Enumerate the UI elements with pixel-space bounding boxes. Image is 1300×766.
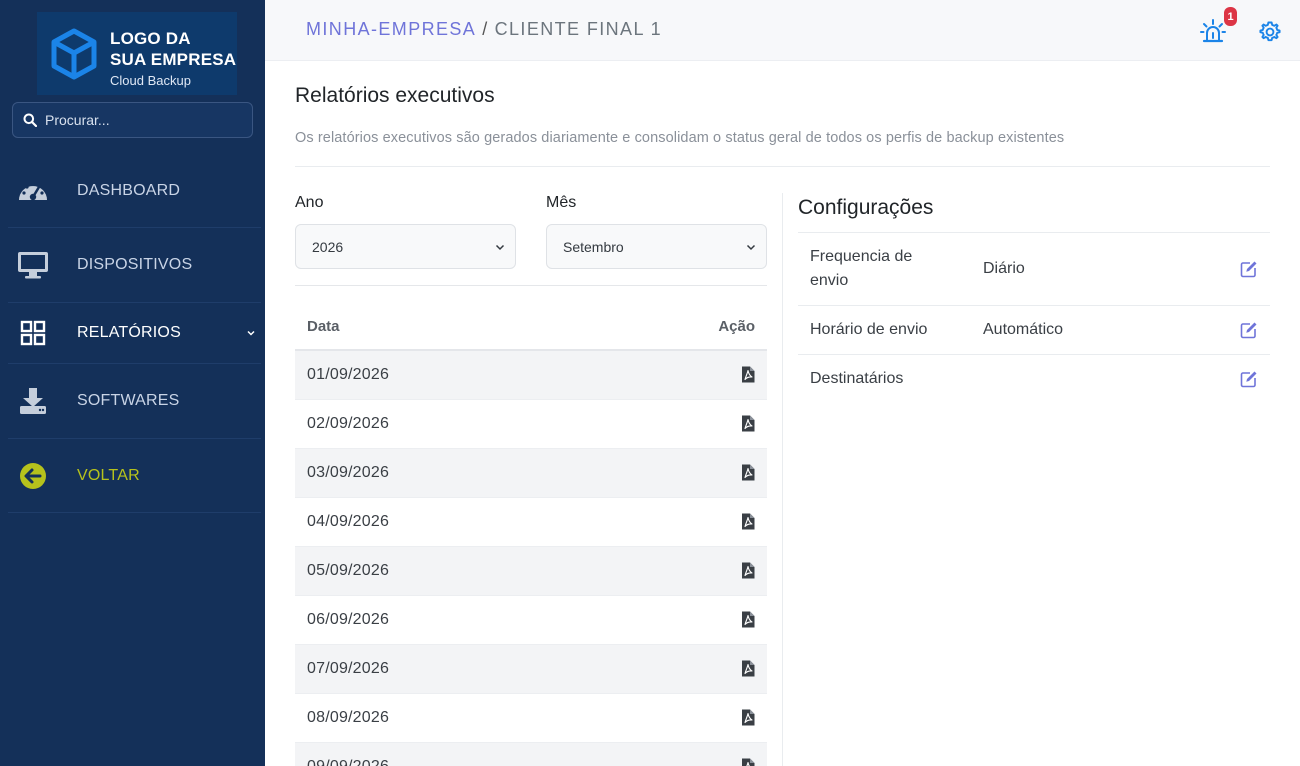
divider [8,512,261,513]
chevron-down-icon [247,330,255,336]
reports-table: Data Ação 01/09/2026 02/09/2026 03/09/2026… [295,302,767,766]
report-date: 09/09/2026 [307,758,389,766]
pdf-file-icon[interactable] [741,415,755,432]
month-select-value: Setembro [563,238,624,255]
config-row: Destinatários [798,354,1270,403]
column-header-date: Data [307,318,340,335]
breadcrumb: MINHA-EMPRESA / CLIENTE FINAL 1 [306,19,662,40]
pdf-file-icon[interactable] [741,709,755,726]
divider [295,285,767,286]
table-row: 08/09/2026 [295,694,767,743]
pdf-file-icon[interactable] [741,366,755,383]
month-select[interactable]: Setembro [546,224,767,269]
pdf-file-icon[interactable] [741,464,755,481]
divider [8,302,261,303]
year-select[interactable]: 2026 [295,224,516,269]
report-date: 01/09/2026 [307,366,390,383]
download-icon [16,386,50,416]
chevron-down-icon [495,244,505,251]
table-row: 05/09/2026 [295,547,767,596]
top-bar: MINHA-EMPRESA / CLIENTE FINAL 1 1 [265,0,1300,61]
alarm-light-icon[interactable] [1200,18,1226,44]
report-date: 05/09/2026 [307,562,390,579]
year-label: Ano [295,194,324,211]
monitor-icon [16,250,50,280]
table-row: 02/09/2026 [295,400,767,449]
pdf-file-icon[interactable] [741,513,755,530]
config-row: Frequencia de envio Diário [798,232,1270,305]
config-value: Diário [983,260,1025,277]
table-row: 09/09/2026 [295,743,767,766]
config-key: Destinatários [810,370,904,387]
arrow-left-circle-icon [16,461,50,491]
sidebar-item-dashboard[interactable]: DASHBOARD [0,172,265,210]
sidebar-item-label: DISPOSITIVOS [77,256,193,273]
alarm-count-badge: 1 [1224,7,1237,26]
config-key: Horário de envio [810,321,928,338]
search-input[interactable] [45,112,235,128]
edit-icon[interactable] [1240,370,1258,388]
cube-logo-icon [51,28,97,80]
chevron-down-icon [746,244,756,251]
table-row: 06/09/2026 [295,596,767,645]
search-box[interactable] [12,102,253,138]
sidebar-item-label: DASHBOARD [77,182,181,199]
page-description: Os relatórios executivos são gerados dia… [295,130,1065,146]
pdf-file-icon[interactable] [741,758,755,766]
edit-icon[interactable] [1240,321,1258,339]
table-row: 03/09/2026 [295,449,767,498]
pdf-file-icon[interactable] [741,562,755,579]
divider [8,438,261,439]
column-header-action: Ação [718,318,755,335]
logo-line1: LOGO DA [110,29,191,48]
sidebar-item-dispositivos[interactable]: DISPOSITIVOS [0,246,265,284]
report-date: 04/09/2026 [307,513,390,530]
report-date: 03/09/2026 [307,464,390,481]
sidebar-item-label: SOFTWARES [77,392,180,409]
breadcrumb-client: CLIENTE FINAL 1 [494,19,662,39]
report-date: 07/09/2026 [307,660,390,677]
table-row: 07/09/2026 [295,645,767,694]
report-date: 02/09/2026 [307,415,390,432]
pdf-file-icon[interactable] [741,660,755,677]
config-value: Automático [983,321,1064,338]
search-icon [23,113,37,127]
table-row: 04/09/2026 [295,498,767,547]
sidebar: LOGO DA SUA EMPRESA Cloud Backup DASHBOA… [0,0,265,766]
company-logo[interactable]: LOGO DA SUA EMPRESA Cloud Backup [37,12,237,95]
year-select-value: 2026 [312,238,344,255]
divider [8,227,261,228]
breadcrumb-separator: / [482,19,489,39]
gauge-icon [16,176,50,206]
logo-line2: SUA EMPRESA [110,50,237,69]
sidebar-item-relatorios[interactable]: RELATÓRIOS [0,314,265,352]
config-row: Horário de envio Automático [798,305,1270,354]
column-divider [782,193,783,766]
report-date: 06/09/2026 [307,611,390,628]
sidebar-item-softwares[interactable]: SOFTWARES [0,382,265,420]
breadcrumb-company[interactable]: MINHA-EMPRESA [306,19,476,39]
divider [8,363,261,364]
pdf-file-icon[interactable] [741,611,755,628]
logo-subtitle: Cloud Backup [110,73,191,88]
config-title: Configurações [798,196,934,219]
grid-icon [16,318,50,348]
gear-icon[interactable] [1258,20,1282,44]
divider [295,166,1270,167]
sidebar-item-voltar[interactable]: VOLTAR [0,457,265,495]
config-key: Frequencia de envio [810,248,913,289]
edit-icon[interactable] [1240,260,1258,278]
report-date: 08/09/2026 [307,709,390,726]
month-label: Mês [546,194,577,211]
table-row: 01/09/2026 [295,351,767,400]
sidebar-item-label: RELATÓRIOS [77,324,181,341]
table-header: Data Ação [295,302,767,351]
page-title: Relatórios executivos [295,84,495,107]
sidebar-item-label: VOLTAR [77,467,140,484]
